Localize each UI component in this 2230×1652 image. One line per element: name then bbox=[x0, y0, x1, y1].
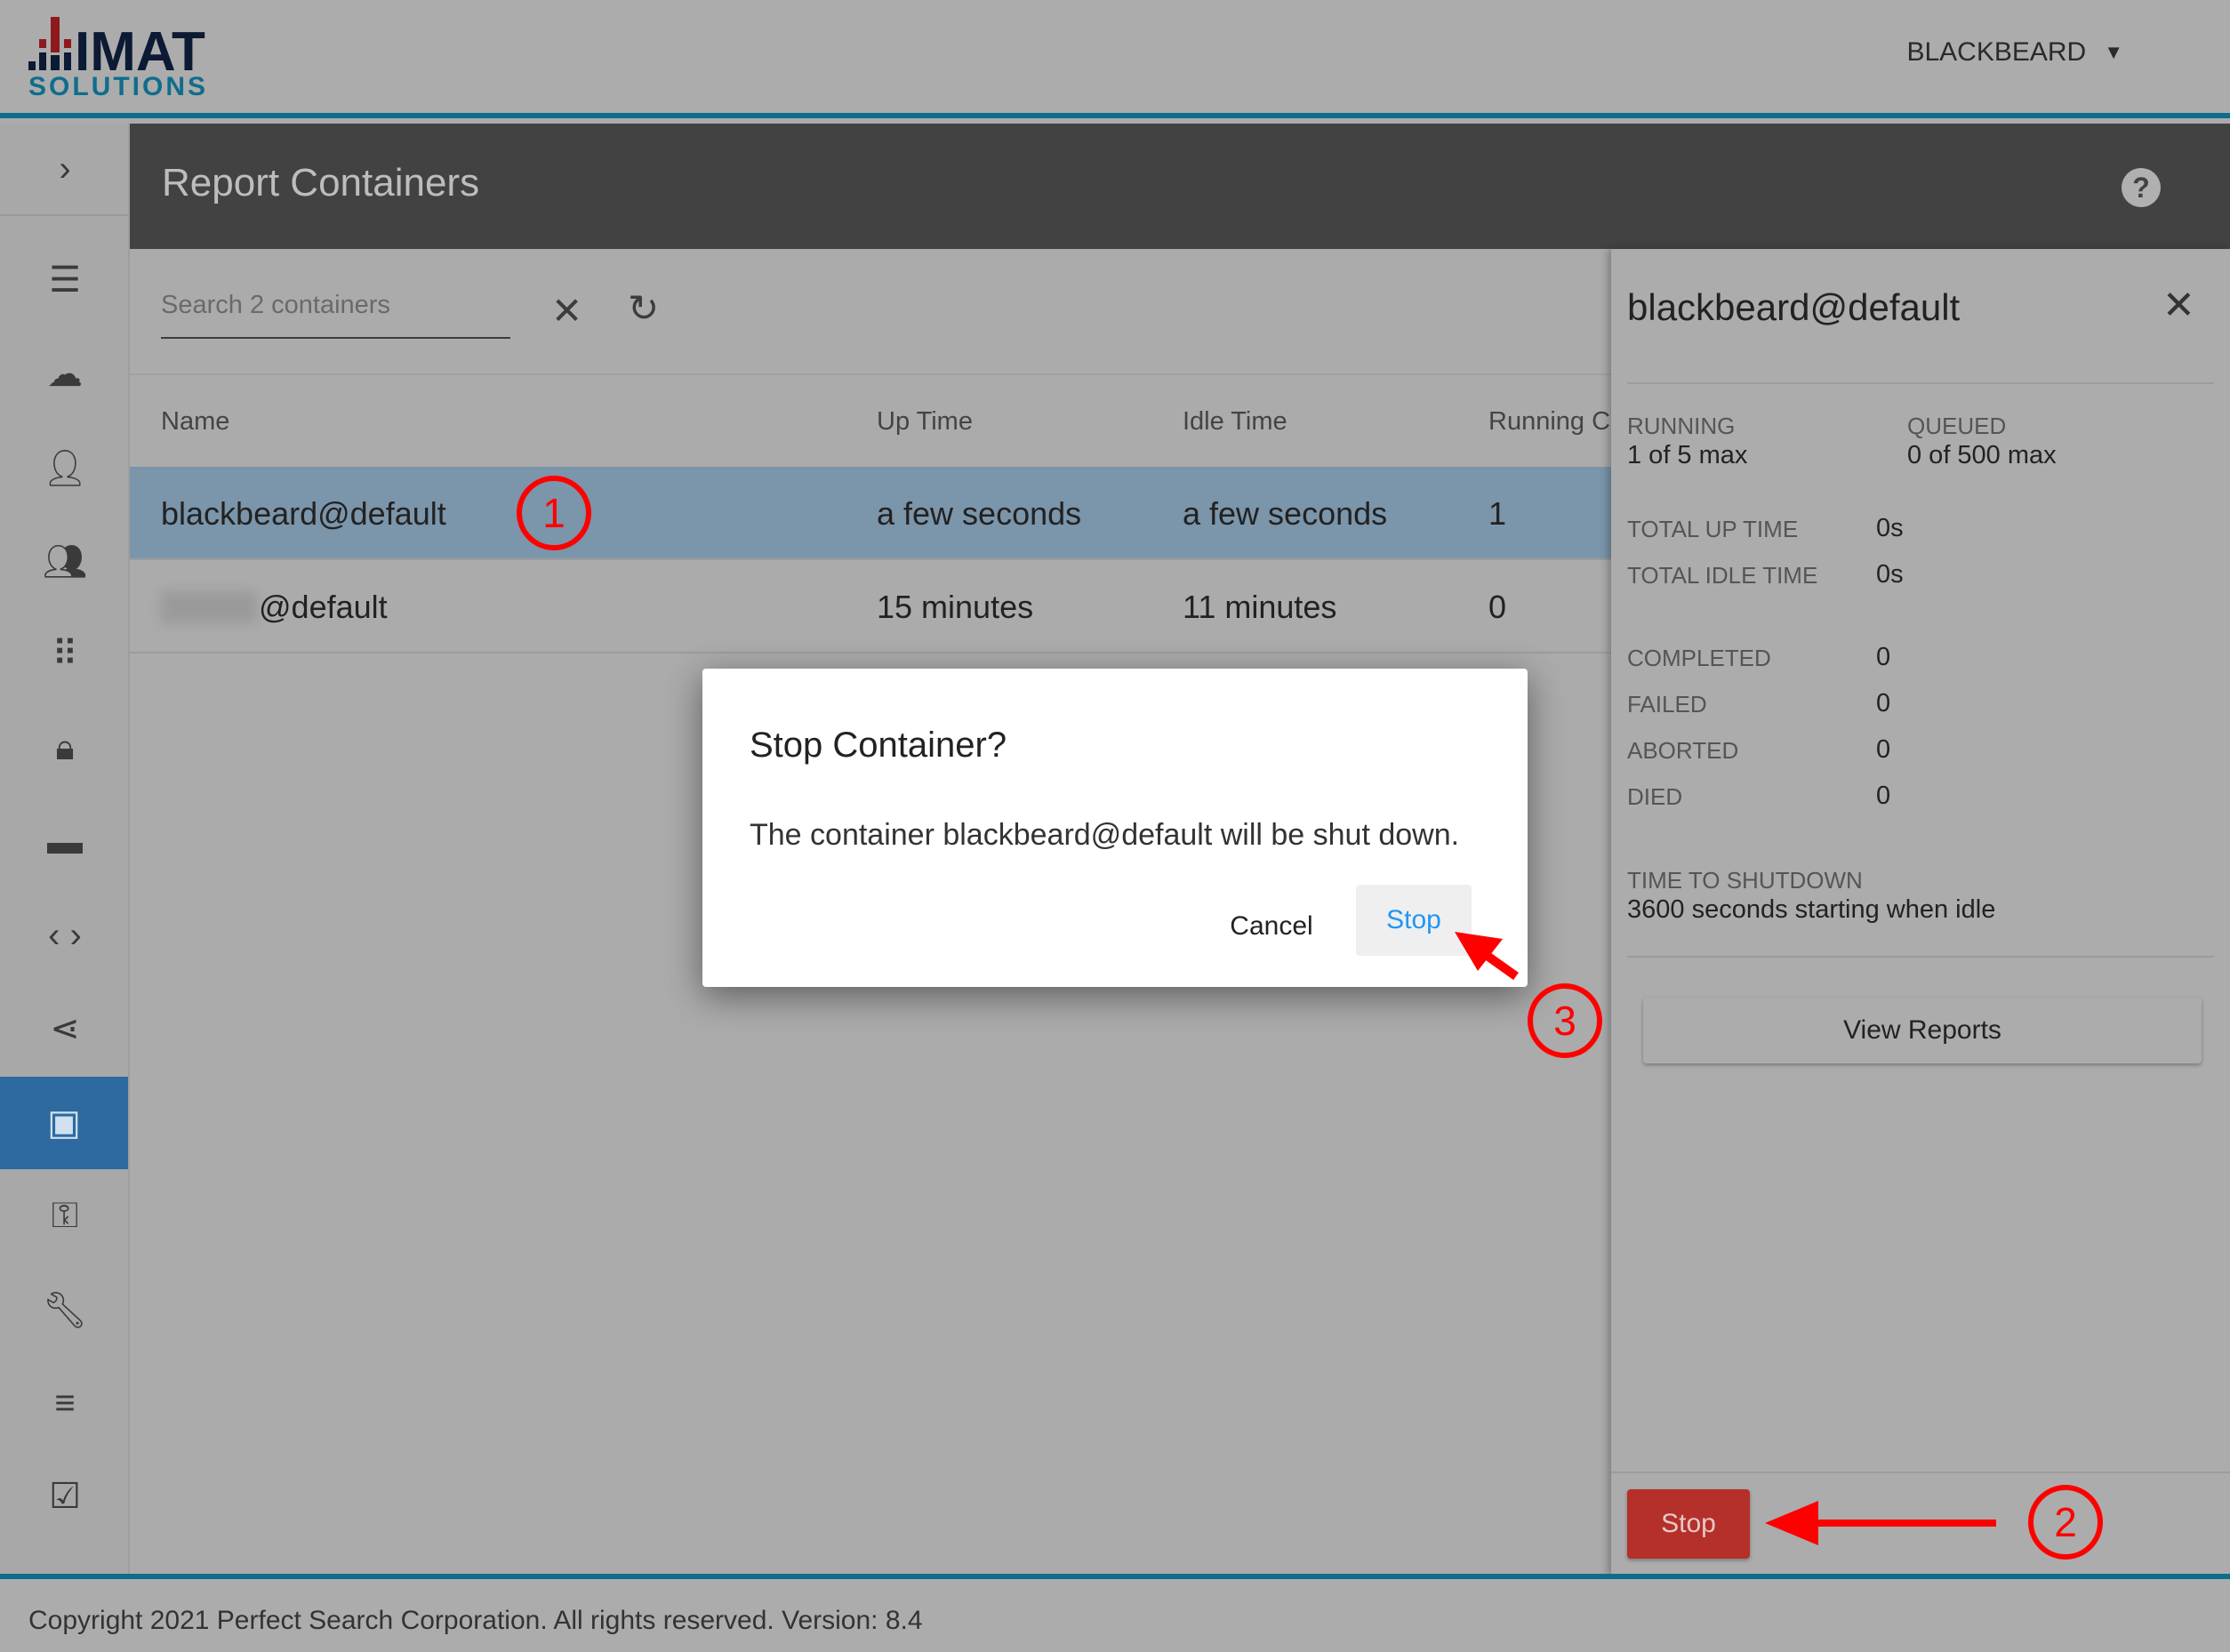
footer: Copyright 2021 Perfect Search Corporatio… bbox=[0, 1574, 2230, 1652]
copyright-text: Copyright 2021 Perfect Search Corporatio… bbox=[28, 1606, 923, 1635]
arrow-to-dialog-stop-icon bbox=[1455, 932, 1519, 981]
arrow-to-stop-button-icon bbox=[1765, 1501, 1996, 1545]
annotation-arrows bbox=[1455, 932, 1996, 1545]
